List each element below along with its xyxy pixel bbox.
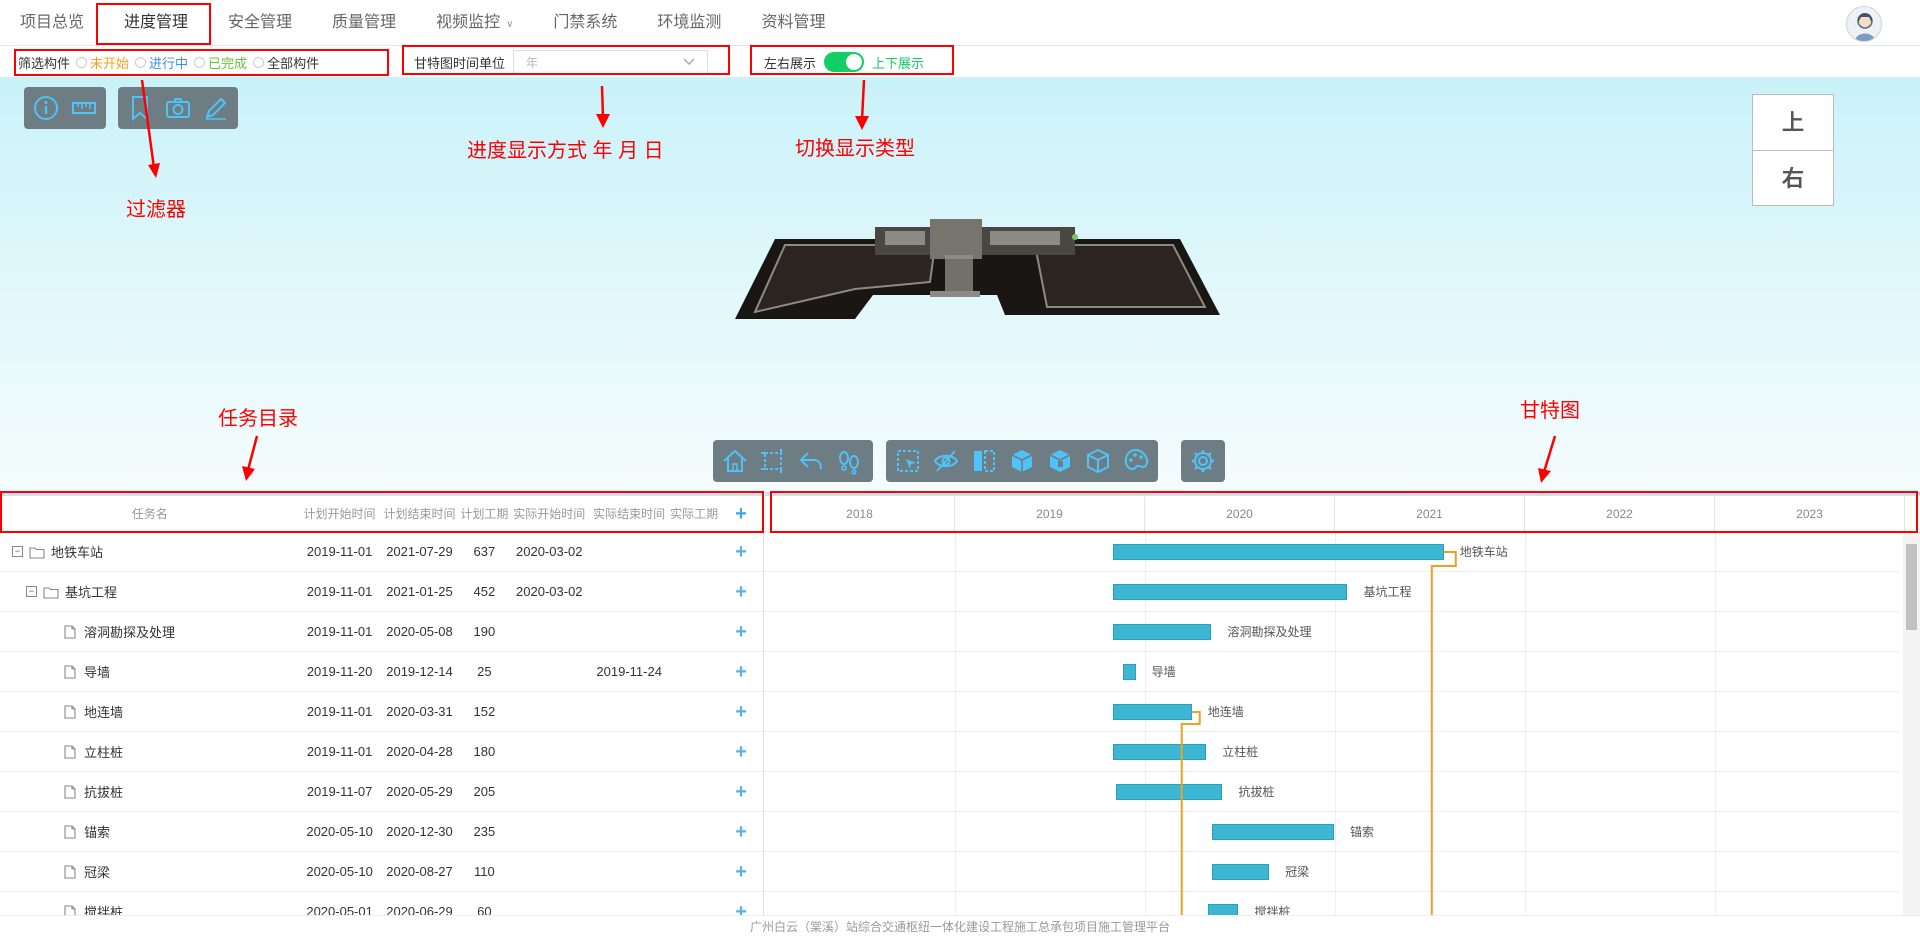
annotation-arrows bbox=[140, 79, 1557, 483]
footer-text: 广州白云（棠溪）站综合交通枢纽一体化建设工程施工总承包项目施工管理平台 bbox=[0, 915, 1920, 937]
annotation-switch-type: 切换显示类型 bbox=[795, 138, 915, 160]
annotation-gantt: 甘特图 bbox=[1520, 400, 1580, 422]
annotation-task-list: 任务目录 bbox=[218, 408, 298, 430]
annotation-progress-mode: 进度显示方式 年 月 日 bbox=[467, 140, 664, 162]
annotation-filter: 过滤器 bbox=[126, 199, 186, 221]
